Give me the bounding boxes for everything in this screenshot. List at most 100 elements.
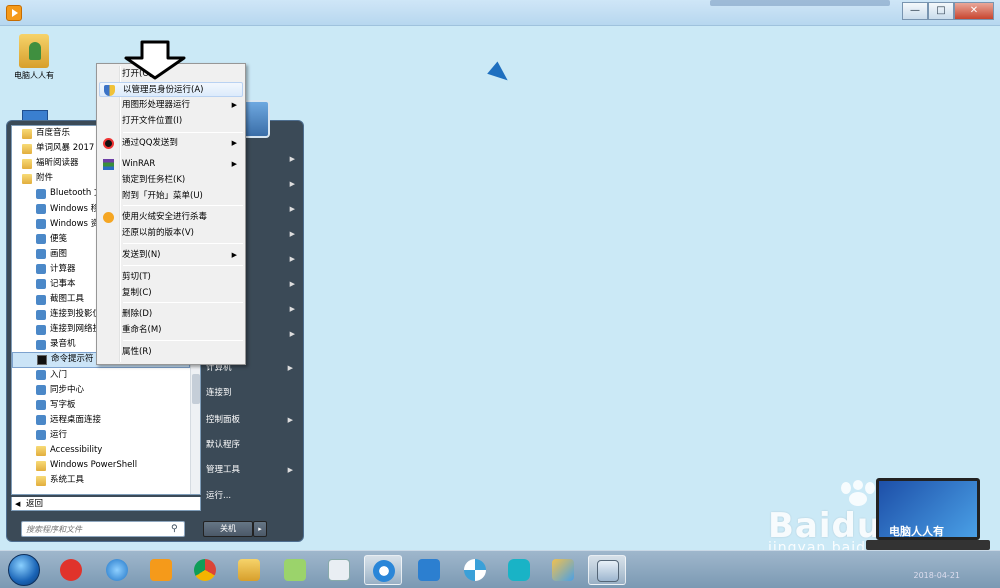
- context-menu-item[interactable]: 使用火绒安全进行杀毒: [99, 210, 243, 225]
- context-menu-item-label: 通过QQ发送到: [122, 138, 178, 148]
- start-right-item[interactable]: 默认程序: [203, 435, 303, 455]
- window-controls: — □ ✕: [902, 2, 994, 20]
- submenu-arrow-icon: ▶: [289, 205, 295, 213]
- context-menu-item-label: 使用火绒安全进行杀毒: [122, 212, 208, 222]
- context-menu-item-label: 复制(C): [122, 288, 152, 298]
- context-menu-item[interactable]: 通过QQ发送到 ▶: [99, 136, 243, 151]
- search-box[interactable]: ⚲: [21, 521, 185, 537]
- start-button[interactable]: [8, 554, 40, 586]
- context-menu-item[interactable]: 复制(C): [99, 286, 243, 301]
- program-label: 连接到网络投: [50, 324, 102, 335]
- submenu-arrow-icon: ▶: [231, 101, 237, 109]
- program-item[interactable]: 远程桌面连接: [12, 413, 190, 428]
- program-label: 连接到投影仪: [50, 309, 102, 320]
- scrollbar-thumb[interactable]: [192, 374, 200, 404]
- taskbar-app-wps[interactable]: [320, 555, 358, 585]
- context-menu-item-label: 发送到(N): [122, 250, 161, 260]
- taskbar-app-explorer[interactable]: [230, 555, 268, 585]
- pinwheel-icon: [464, 559, 486, 581]
- program-item[interactable]: 写字板: [12, 398, 190, 413]
- start-right-item[interactable]: 管理工具 ▶: [203, 460, 303, 480]
- chrome-icon: [194, 559, 216, 581]
- context-menu-item-label: 打开文件位置(I): [122, 116, 183, 126]
- minimize-button[interactable]: —: [902, 2, 928, 20]
- context-menu: 打开(O) 以管理员身份运行(A) 用图形处理器运行 ▶ 打开文件位置(I) 通过QQ发送…: [96, 63, 246, 365]
- ie-icon: [106, 559, 128, 581]
- folder-icon: [36, 445, 46, 456]
- folder-icon: [22, 143, 32, 154]
- program-label: 计算器: [50, 263, 76, 274]
- context-menu-item[interactable]: 附到「开始」菜单(U): [99, 189, 243, 204]
- taskbar-app-window[interactable]: [588, 555, 626, 585]
- context-menu-item[interactable]: 还原以前的版本(V): [99, 226, 243, 241]
- submenu-arrow-icon: ▶: [289, 305, 295, 313]
- program-item[interactable]: 入门: [12, 368, 190, 383]
- window-icon: [597, 560, 619, 582]
- app-icon: [36, 219, 46, 230]
- program-item[interactable]: 同步中心: [12, 383, 190, 398]
- context-menu-item[interactable]: 发送到(N) ▶: [99, 248, 243, 263]
- taskbar-app-browser[interactable]: [364, 555, 402, 585]
- search-input[interactable]: [22, 522, 166, 536]
- app-icon: [36, 249, 46, 260]
- start-right-item[interactable]: 运行...: [203, 486, 303, 506]
- maximize-button[interactable]: □: [928, 2, 954, 20]
- desktop-icon-user-folder[interactable]: 电脑人人有: [10, 34, 58, 81]
- qq-icon: [103, 138, 114, 149]
- context-menu-item[interactable]: WinRAR ▶: [99, 157, 243, 172]
- start-right-item[interactable]: 连接到: [203, 383, 303, 403]
- program-label: 画图: [50, 248, 68, 259]
- context-menu-item[interactable]: 以管理员身份运行(A): [99, 82, 243, 97]
- context-menu-item-label: 附到「开始」菜单(U): [122, 191, 203, 201]
- context-menu-item[interactable]: 属性(R): [99, 345, 243, 360]
- shutdown-options-button[interactable]: ▸: [253, 521, 267, 537]
- program-item[interactable]: 运行: [12, 428, 190, 443]
- app-icon: [36, 339, 46, 350]
- search-icon[interactable]: ⚲: [171, 524, 181, 534]
- shutdown-button[interactable]: 关机: [203, 521, 253, 537]
- program-item[interactable]: Accessibility: [12, 443, 190, 458]
- context-menu-item-label: 还原以前的版本(V): [122, 228, 194, 238]
- app-icon[interactable]: [6, 5, 22, 21]
- taskbar-app-pinwheel[interactable]: [456, 555, 494, 585]
- taskbar-app-jiangjiang[interactable]: [52, 555, 90, 585]
- paint-icon: [552, 559, 574, 581]
- context-menu-item[interactable]: 锁定到任务栏(K): [99, 173, 243, 188]
- shield-icon: [104, 85, 115, 96]
- folder-icon: [22, 158, 32, 169]
- context-menu-item[interactable]: 删除(D): [99, 307, 243, 322]
- context-menu-item[interactable]: 剪切(T): [99, 270, 243, 285]
- submenu-arrow-icon: ▶: [289, 255, 295, 263]
- program-item[interactable]: Windows PowerShell: [12, 458, 190, 473]
- submenu-arrow-icon: ▶: [287, 466, 293, 474]
- program-item[interactable]: 系统工具: [12, 473, 190, 488]
- blurred-title: [710, 0, 890, 6]
- monitor-text: 电脑人人有: [889, 525, 944, 538]
- start-right-item[interactable]: 控制面板 ▶: [203, 410, 303, 430]
- close-button[interactable]: ✕: [954, 2, 994, 20]
- desktop-icon-label: 电脑人人有: [14, 71, 54, 80]
- taskbar-app-paint[interactable]: [544, 555, 582, 585]
- context-menu-item[interactable]: 重命名(M): [99, 323, 243, 338]
- context-menu-item[interactable]: 用图形处理器运行 ▶: [99, 98, 243, 113]
- taskbar-app-ie[interactable]: [98, 555, 136, 585]
- monitor-screen: 电脑人人有: [876, 478, 980, 540]
- program-label: Windows 移: [50, 203, 100, 214]
- app-icon: [36, 234, 46, 245]
- taskbar-app-notes[interactable]: [276, 555, 314, 585]
- taskbar-app-headset[interactable]: [500, 555, 538, 585]
- context-menu-item-label: 属性(R): [122, 347, 152, 357]
- taskbar-app-player[interactable]: [142, 555, 180, 585]
- context-menu-item-label: 锁定到任务栏(K): [122, 175, 186, 185]
- menu-separator: [123, 265, 243, 266]
- context-menu-item-label: 重命名(M): [122, 325, 162, 335]
- menu-separator: [123, 340, 243, 341]
- context-menu-item[interactable]: 打开文件位置(I): [99, 114, 243, 129]
- program-label: 写字板: [50, 399, 76, 410]
- taskbar-app-chrome[interactable]: [186, 555, 224, 585]
- back-button[interactable]: 返回: [11, 497, 201, 511]
- submenu-arrow-icon: ▶: [289, 330, 295, 338]
- program-label: 截图工具: [50, 294, 85, 305]
- taskbar-app-remote[interactable]: [410, 555, 448, 585]
- app-icon: [36, 309, 46, 320]
